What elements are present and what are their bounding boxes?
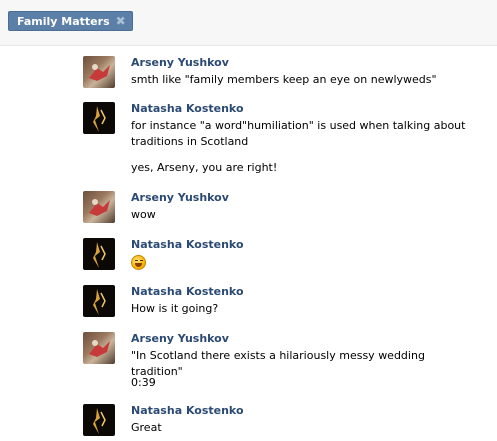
message-author[interactable]: Natasha Kostenko (131, 404, 244, 417)
conversation-tag-label: Family Matters (17, 14, 110, 28)
avatar[interactable] (83, 285, 115, 317)
avatar[interactable] (83, 404, 115, 436)
avatar[interactable] (83, 238, 115, 270)
message-author[interactable]: Natasha Kostenko (131, 102, 244, 115)
message-author[interactable]: Natasha Kostenko (131, 285, 244, 298)
avatar[interactable] (83, 332, 115, 364)
message-text: 0:39 (131, 376, 156, 389)
message-author[interactable]: Arseny Yushkov (131, 332, 229, 345)
close-icon[interactable]: ✖ (116, 15, 126, 27)
message-text: How is it going? (131, 302, 219, 315)
avatar[interactable] (83, 102, 115, 134)
message-text: yes, Arseny, you are right! (131, 161, 278, 174)
message-author[interactable]: Arseny Yushkov (131, 56, 229, 69)
message-text: Great (131, 421, 162, 434)
avatar[interactable] (83, 191, 115, 223)
top-bar: Family Matters ✖ (0, 0, 497, 46)
message-text: wow (131, 208, 156, 221)
message-author[interactable]: Arseny Yushkov (131, 191, 229, 204)
avatar[interactable] (83, 56, 115, 88)
message-text: smth like "family members keep an eye on… (131, 73, 437, 86)
message-author[interactable]: Natasha Kostenko (131, 238, 244, 251)
message-text: for instance "a word"humiliation" is use… (131, 119, 466, 148)
laughing-face-emoji-icon (131, 255, 146, 270)
conversation-tag[interactable]: Family Matters ✖ (8, 11, 133, 31)
